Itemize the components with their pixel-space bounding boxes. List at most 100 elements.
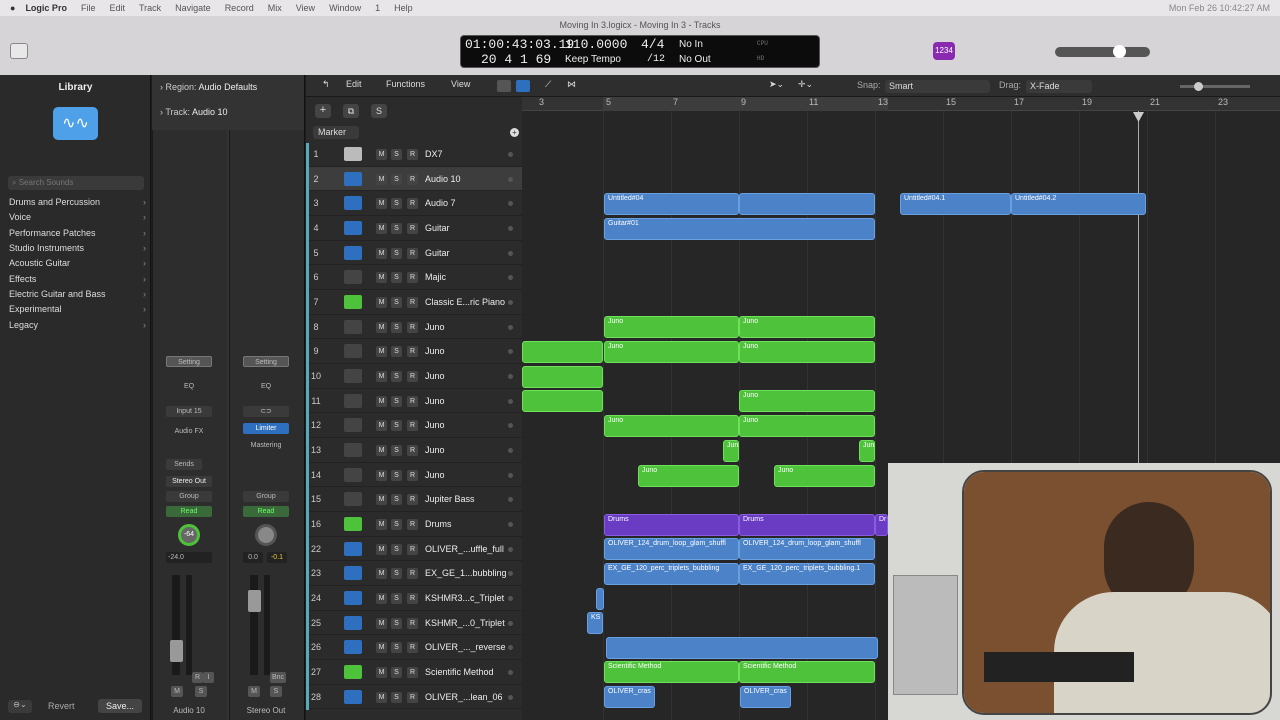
strip2-automation-read[interactable]: Read bbox=[243, 506, 289, 517]
region-juno-short[interactable]: Jun bbox=[859, 440, 875, 462]
track-solo-button[interactable]: S bbox=[391, 272, 402, 284]
region-drums[interactable]: Drums bbox=[739, 514, 875, 536]
track-mute-button[interactable]: M bbox=[376, 222, 387, 234]
track-mute-button[interactable]: M bbox=[376, 666, 387, 678]
track-name[interactable]: EX_GE_1...bubbling bbox=[425, 568, 507, 578]
strip2-eq[interactable]: EQ bbox=[243, 381, 289, 392]
track-record-button[interactable]: R bbox=[407, 444, 418, 456]
track-solo-button[interactable]: S bbox=[391, 149, 402, 160]
track-record-button[interactable]: R bbox=[407, 247, 418, 259]
strip1-setting-button[interactable]: Setting bbox=[166, 356, 212, 367]
track-row[interactable]: 7 M S R Classic E...ric Piano bbox=[306, 290, 522, 315]
region-ex-ge-1[interactable]: EX_GE_120_perc_triplets_bubbling.1 bbox=[739, 563, 875, 585]
library-toggle-button[interactable] bbox=[10, 43, 28, 59]
region-scientific[interactable]: Scientific Method bbox=[604, 661, 739, 683]
functions-menu[interactable]: Functions bbox=[386, 79, 425, 89]
track-mute-button[interactable]: M bbox=[376, 173, 387, 185]
track-name[interactable]: OLIVER_...uffle_full bbox=[425, 544, 504, 554]
track-mute-button[interactable]: M bbox=[376, 691, 387, 703]
region-juno[interactable]: Juno bbox=[638, 465, 739, 487]
track-row[interactable]: 9 M S R Juno bbox=[306, 339, 522, 364]
global-solo-button[interactable]: S bbox=[371, 104, 387, 118]
menu-window[interactable]: Window bbox=[329, 3, 361, 13]
track-mute-button[interactable]: M bbox=[376, 592, 387, 604]
strip2-solo-button[interactable]: S bbox=[270, 686, 282, 697]
track-name[interactable]: Juno bbox=[425, 470, 445, 480]
track-mute-button[interactable]: M bbox=[376, 395, 387, 407]
track-mute-button[interactable]: M bbox=[376, 149, 387, 160]
track-mute-button[interactable]: M bbox=[376, 346, 387, 358]
region-oliver-cras[interactable]: OLIVER_cras bbox=[740, 686, 791, 708]
strip2-bounce-button[interactable]: Bnc bbox=[270, 672, 286, 683]
track-name[interactable]: Audio 7 bbox=[425, 198, 456, 208]
link-icon[interactable]: ⊂⊃ bbox=[243, 406, 289, 417]
strip1-input-monitor-button[interactable]: I bbox=[203, 672, 214, 683]
track-record-button[interactable]: R bbox=[407, 543, 418, 555]
track-mute-button[interactable]: M bbox=[376, 247, 387, 259]
track-name[interactable]: Juno bbox=[425, 420, 445, 430]
region-drums[interactable]: Drums bbox=[604, 514, 739, 536]
library-category-acoustic[interactable]: Acoustic Guitar › bbox=[9, 258, 149, 268]
track-solo-button[interactable]: S bbox=[391, 222, 402, 234]
region-juno[interactable]: Juno bbox=[739, 341, 875, 363]
region-juno[interactable]: Juno bbox=[604, 341, 739, 363]
region-oliver-shuffle[interactable]: OLIVER_124_drum_loop_glam_shuffl bbox=[604, 538, 739, 560]
track-name[interactable]: Classic E...ric Piano bbox=[425, 297, 505, 307]
track-solo-button[interactable]: S bbox=[391, 321, 402, 333]
track-record-button[interactable]: R bbox=[407, 198, 418, 210]
strip2-mastering[interactable]: Mastering bbox=[243, 440, 289, 451]
strip2-mute-button[interactable]: M bbox=[248, 686, 260, 697]
track-solo-button[interactable]: S bbox=[391, 420, 402, 432]
region-juno[interactable] bbox=[522, 366, 603, 388]
track-record-button[interactable]: R bbox=[407, 518, 418, 530]
master-volume-slider[interactable] bbox=[1055, 47, 1150, 57]
region-ex-ge[interactable]: EX_GE_120_perc_triplets_bubbling bbox=[604, 563, 739, 585]
track-name[interactable]: Jupiter Bass bbox=[425, 494, 475, 504]
strip2-group[interactable]: Group bbox=[243, 491, 289, 502]
count-in-badge[interactable]: 1234 bbox=[933, 42, 955, 60]
track-solo-button[interactable]: S bbox=[391, 198, 402, 210]
strip1-automation-read[interactable]: Read bbox=[166, 506, 212, 517]
track-row[interactable]: 22 M S R OLIVER_...uffle_full bbox=[306, 537, 522, 562]
revert-button[interactable]: Revert bbox=[48, 701, 75, 711]
library-category-legacy[interactable]: Legacy › bbox=[9, 320, 149, 330]
track-record-button[interactable]: R bbox=[407, 617, 418, 629]
track-solo-button[interactable]: S bbox=[391, 518, 402, 530]
track-mute-button[interactable]: M bbox=[376, 568, 387, 580]
menu-navigate[interactable]: Navigate bbox=[175, 3, 211, 13]
region-drums-partial[interactable]: Dr bbox=[875, 514, 888, 536]
region-kshmr[interactable]: KS bbox=[587, 612, 603, 634]
track-name[interactable]: KSHMR_...0_Triplet bbox=[425, 618, 505, 628]
marker-track[interactable]: Marker bbox=[313, 126, 359, 139]
menu-track[interactable]: Track bbox=[139, 3, 161, 13]
menu-1[interactable]: 1 bbox=[375, 3, 380, 13]
track-solo-button[interactable]: S bbox=[391, 592, 402, 604]
track-row[interactable]: 15 M S R Jupiter Bass bbox=[306, 487, 522, 512]
region-untitled04-b[interactable] bbox=[739, 193, 875, 215]
track-record-button[interactable]: R bbox=[407, 370, 418, 382]
track-record-button[interactable]: R bbox=[407, 395, 418, 407]
playhead[interactable] bbox=[1138, 111, 1139, 463]
region-juno[interactable] bbox=[522, 390, 603, 412]
strip2-fader-handle[interactable] bbox=[248, 590, 261, 612]
track-row[interactable]: 23 M S R EX_GE_1...bubbling bbox=[306, 561, 522, 586]
add-marker-icon[interactable]: + bbox=[510, 128, 519, 137]
flex-icon[interactable]: ⋈ bbox=[567, 79, 576, 90]
library-category-drums[interactable]: Drums and Percussion › bbox=[9, 197, 149, 207]
strip2-limiter[interactable]: Limiter bbox=[243, 423, 289, 434]
region-juno[interactable]: Juno bbox=[604, 415, 739, 437]
track-row[interactable]: 1 M S R DX7 bbox=[306, 142, 522, 167]
region-juno[interactable] bbox=[522, 341, 603, 363]
menu-edit[interactable]: Edit bbox=[109, 3, 125, 13]
zoom-slider-knob[interactable] bbox=[1194, 82, 1203, 91]
track-solo-button[interactable]: S bbox=[391, 247, 402, 259]
strip1-input[interactable]: Input 15 bbox=[166, 406, 212, 417]
back-arrow-icon[interactable]: ↰ bbox=[322, 79, 330, 90]
track-row[interactable]: 11 M S R Juno bbox=[306, 389, 522, 414]
strip1-fader-handle[interactable] bbox=[170, 640, 183, 662]
menu-record[interactable]: Record bbox=[225, 3, 254, 13]
zoom-slider[interactable] bbox=[1180, 85, 1250, 88]
list-view-icon[interactable] bbox=[516, 80, 530, 92]
track-row[interactable]: 12 M S R Juno bbox=[306, 413, 522, 438]
track-solo-button[interactable]: S bbox=[391, 296, 402, 308]
